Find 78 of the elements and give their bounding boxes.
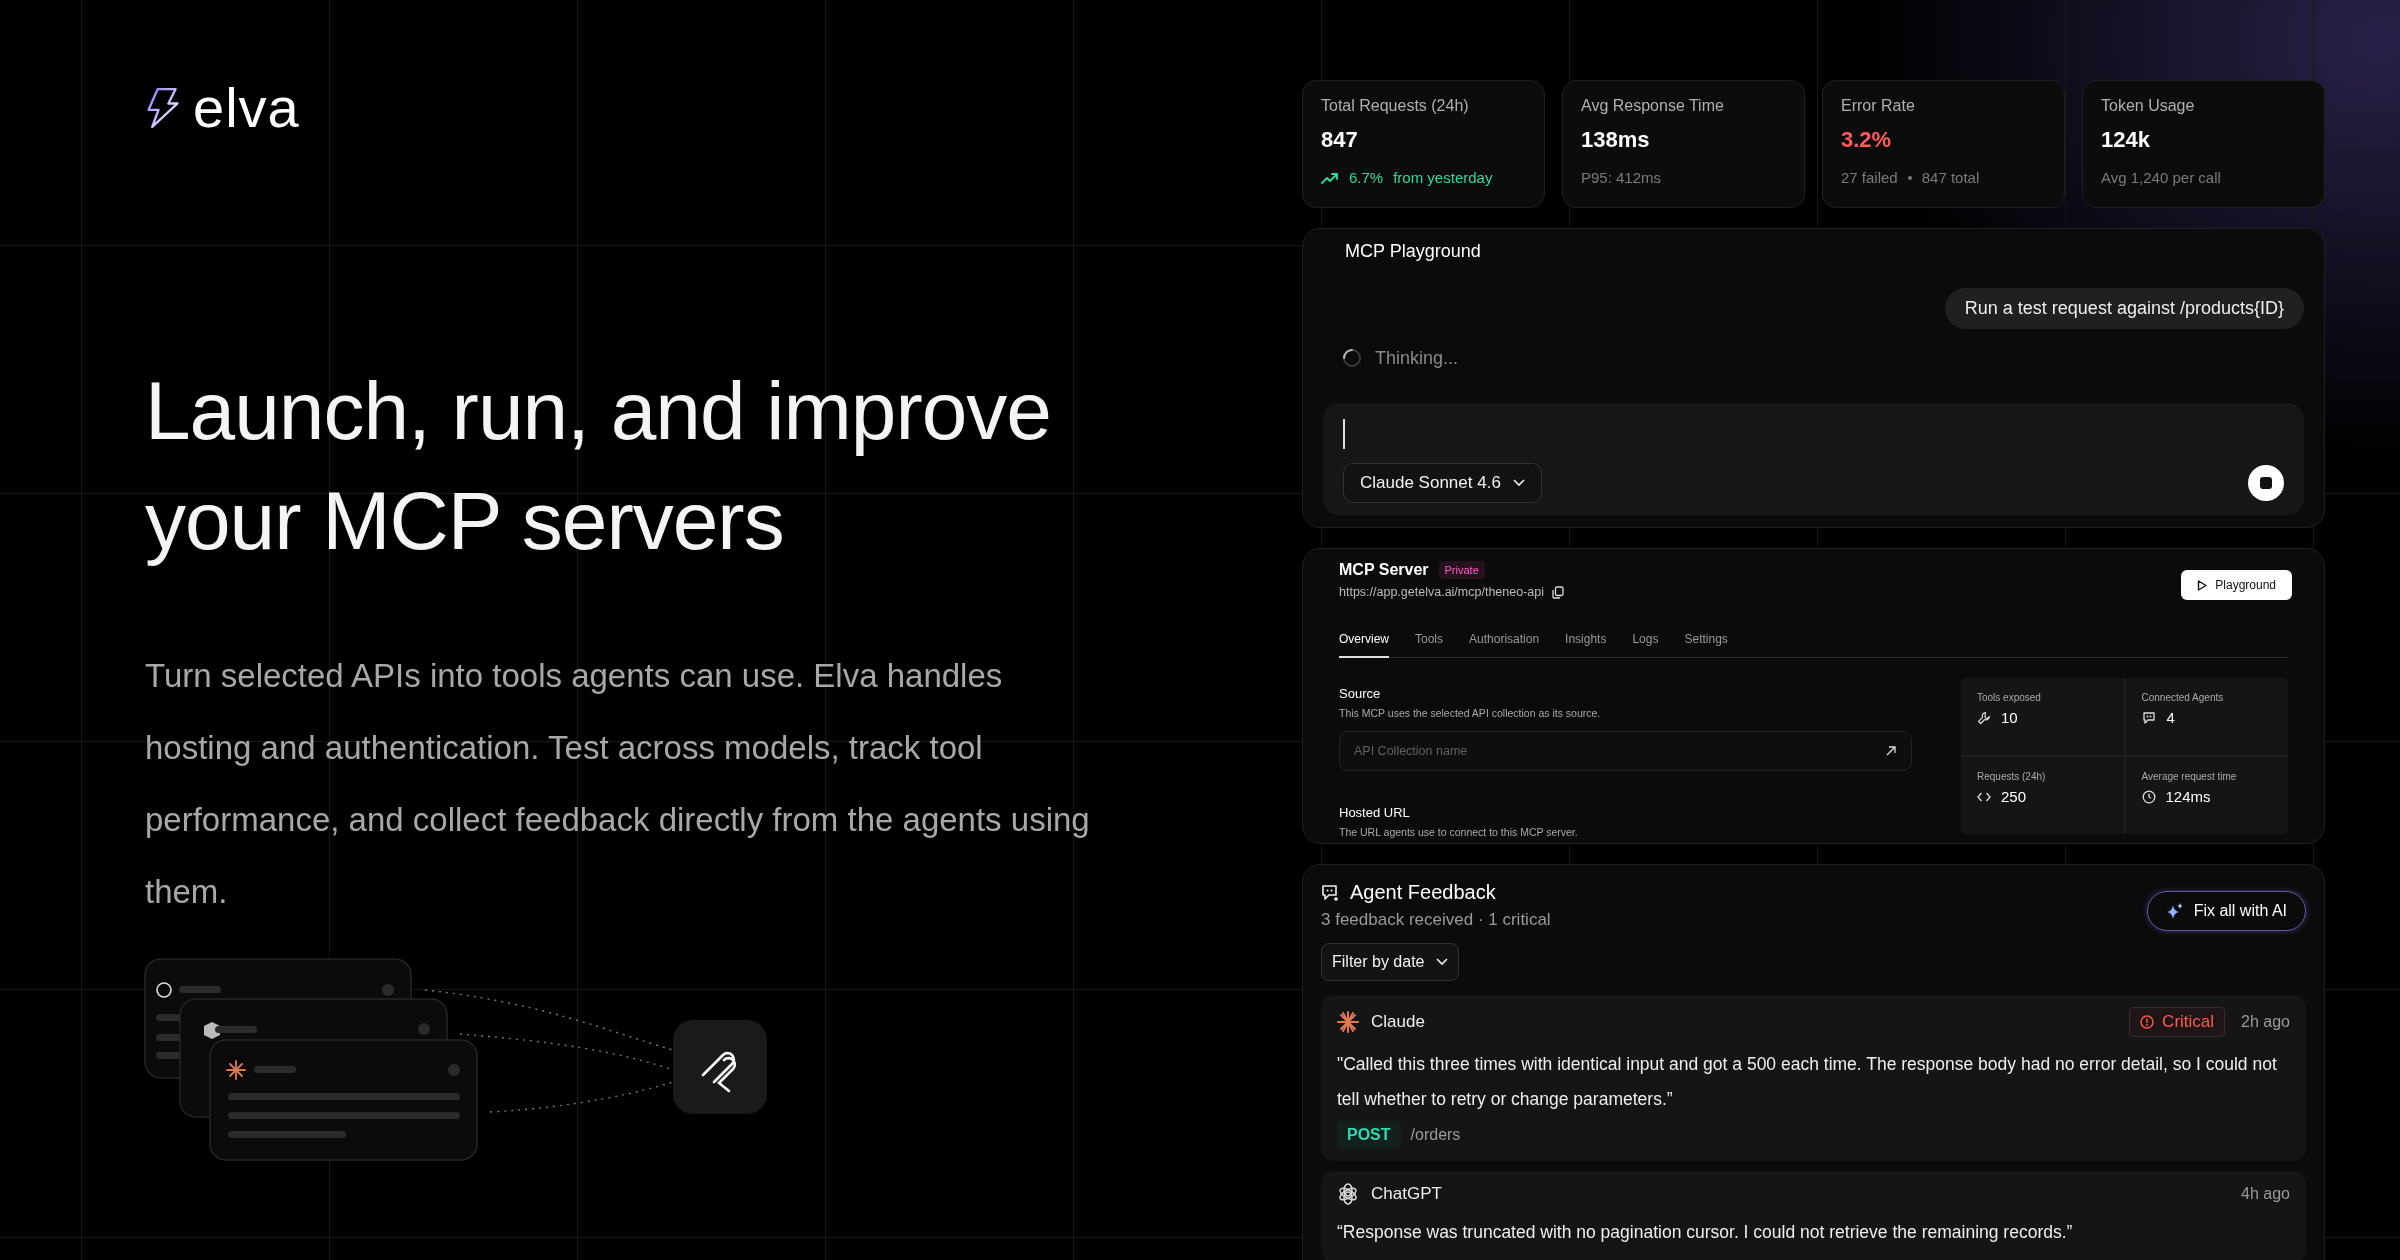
time-ago: 2h ago — [2241, 1013, 2290, 1031]
arrow-up-right-icon — [1886, 746, 1896, 756]
metric-label: Connected Agents — [2141, 692, 2225, 703]
code-icon — [1977, 791, 1991, 802]
stat-value: 3.2% — [1841, 127, 1893, 153]
feedback-quote: “Response was truncated with no pagination cursor. I could not retrieve the remaining records.” — [1337, 1221, 2074, 1244]
http-method: POST — [1337, 1121, 1401, 1149]
trend-up-icon — [1321, 171, 1339, 184]
stat-label: Token Usage — [2101, 97, 2196, 115]
metric-value: 4 — [2166, 709, 2175, 726]
server-tab[interactable]: Logs — [1632, 632, 1659, 658]
headline: Launch, run, and improve your MCP servers — [145, 364, 1052, 568]
chevron-down-icon — [1436, 958, 1449, 966]
metric-value: 10 — [2001, 709, 2018, 726]
feedback-quote: "Called this three times with identical input and got a 500 each time. The response body had no error detail, so I could not tell whether to retry or change parameters.” — [1337, 1053, 2278, 1111]
alert-icon — [2140, 1015, 2155, 1029]
hero-description: Turn selected APIs into tools agents can use. Elva handles hosting and authentication. Test across models, track tool performance, and collect feedback directly from the agents using them. — [145, 656, 1091, 912]
endpoint-path: /orders — [1410, 1126, 1461, 1144]
model-dropdown[interactable]: Claude Sonnet 4.6 — [1343, 463, 1542, 503]
stat-detail: from yesterday — [1393, 169, 1493, 186]
feedback-summary: 3 feedback received · 1 critical — [1321, 910, 1551, 930]
stat-value: 138ms — [1581, 127, 1651, 153]
server-url: https://app.getelva.ai/mcp/theneo-api — [1339, 585, 1544, 599]
wrench-icon — [1977, 710, 1991, 725]
play-icon — [2197, 579, 2208, 591]
feedback-icon — [1321, 883, 1340, 902]
stat-detail: P95: 412ms — [1581, 169, 1662, 186]
agent-name: Claude — [1371, 1012, 1425, 1032]
time-ago: 4h ago — [2241, 1185, 2290, 1203]
panel-title: Agent Feedback — [1350, 881, 1496, 904]
stop-icon — [2260, 477, 2272, 489]
text-cursor — [1343, 419, 1345, 449]
stat-detail: Avg 1,240 per call — [2101, 169, 2221, 186]
agent-name: ChatGPT — [1371, 1184, 1442, 1204]
metric-label: Requests (24h) — [1977, 771, 2047, 782]
lightning-logo-icon — [145, 86, 181, 130]
server-tab[interactable]: Authorisation — [1469, 632, 1540, 658]
trend-value: 6.7% — [1349, 169, 1384, 186]
sparkle-icon — [2165, 902, 2184, 920]
server-title: MCP Server — [1339, 561, 1429, 579]
server-tab[interactable]: Overview — [1339, 632, 1389, 658]
chevron-down-icon — [1512, 479, 1525, 487]
server-tab[interactable]: Insights — [1565, 632, 1607, 658]
section-title: Hosted URL — [1339, 805, 1411, 820]
server-tab[interactable]: Settings — [1684, 632, 1728, 658]
message-input[interactable]: Claude Sonnet 4.6 — [1323, 403, 2304, 515]
metric-label: Tools exposed — [1977, 692, 2042, 703]
stat-label: Total Requests (24h) — [1321, 97, 1470, 115]
metric-label: Average request time — [2141, 771, 2238, 782]
date-filter-dropdown[interactable]: Filter by date — [1321, 943, 1460, 981]
brand-name: elva — [193, 80, 300, 136]
copy-icon[interactable] — [1552, 585, 1564, 599]
critical-badge: Critical — [2129, 1007, 2226, 1037]
stat-detail: 847 total — [1921, 169, 1980, 186]
loading-spinner-icon — [1341, 347, 1363, 369]
metric-value: 124ms — [2165, 788, 2211, 805]
playground-button[interactable]: Playground — [2181, 570, 2292, 600]
metric-value: 250 — [2001, 788, 2027, 805]
collection-field[interactable]: API Collection name — [1339, 731, 1912, 771]
stat-value: 124k — [2101, 127, 2151, 153]
visibility-badge: Private — [1438, 561, 1485, 579]
panel-title: MCP Playground — [1345, 241, 1482, 262]
server-tab[interactable]: Tools — [1415, 632, 1444, 658]
agent-chat-icon — [2141, 710, 2157, 725]
section-title: Source — [1339, 686, 1382, 701]
fix-all-button[interactable]: Fix all with AI — [2146, 891, 2306, 931]
stat-detail: 27 failed — [1841, 169, 1898, 186]
stat-value: 847 — [1321, 127, 1359, 153]
stat-label: Error Rate — [1841, 97, 1916, 115]
status-text: Thinking... — [1375, 347, 1459, 369]
section-description: This MCP uses the selected API collection as its source. — [1339, 707, 1602, 719]
section-description: The URL agents use to connect to this MCP server. — [1339, 826, 1579, 838]
asterisk-logo-icon — [1337, 1011, 1359, 1033]
knot-logo-icon — [1337, 1183, 1359, 1205]
stat-label: Avg Response Time — [1581, 97, 1725, 115]
user-message: Run a test request against /products{ID} — [1944, 288, 2304, 329]
clock-icon — [2141, 789, 2156, 804]
stop-button[interactable] — [2248, 465, 2284, 501]
